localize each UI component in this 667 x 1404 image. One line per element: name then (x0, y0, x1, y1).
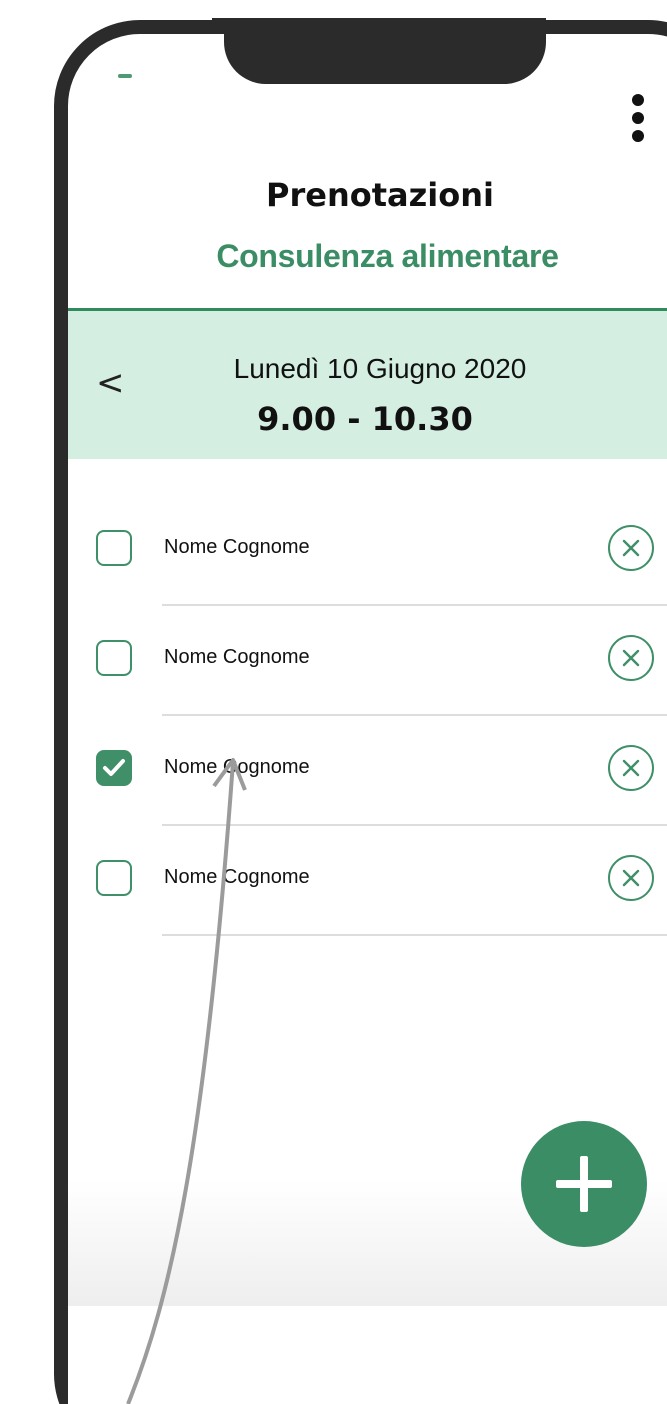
check-icon (103, 759, 125, 776)
plus-icon (556, 1156, 612, 1212)
booking-checkbox[interactable] (96, 860, 132, 896)
page-subtitle: Consulenza alimentare (216, 238, 559, 274)
booking-row: Nome Cognome (68, 826, 667, 936)
booking-row: Nome Cognome (68, 606, 667, 716)
bottom-bar (68, 1306, 667, 1404)
screenshot-canvas: Prenotazioni Consulenza alimentare < Lun… (0, 0, 667, 1404)
remove-booking-button[interactable] (608, 635, 654, 681)
booking-checkbox[interactable] (96, 530, 132, 566)
header-divider (68, 308, 667, 311)
close-icon (622, 759, 640, 777)
booking-name: Nome Cognome (164, 756, 310, 778)
close-icon (622, 539, 640, 557)
remove-booking-button[interactable] (608, 855, 654, 901)
slot-time: 9.00 - 10.30 (257, 400, 473, 438)
booking-checkbox[interactable] (96, 640, 132, 676)
slot-date: Lunedì 10 Giugno 2020 (233, 353, 527, 384)
booking-row: Nome Cognome (68, 496, 667, 606)
booking-checkbox[interactable] (96, 750, 132, 786)
booking-row: Nome Cognome (68, 716, 667, 826)
kebab-menu-icon[interactable] (629, 94, 647, 146)
add-booking-button[interactable] (521, 1121, 647, 1247)
close-icon (622, 649, 640, 667)
phone-notch (224, 18, 546, 84)
remove-booking-button[interactable] (608, 745, 654, 791)
booking-name: Nome Cognome (164, 536, 310, 558)
booking-name: Nome Cognome (164, 646, 310, 668)
booking-name: Nome Cognome (164, 866, 310, 888)
status-indicator (118, 74, 132, 78)
page-title: Prenotazioni (266, 176, 494, 214)
remove-booking-button[interactable] (608, 525, 654, 571)
close-icon (622, 869, 640, 887)
row-divider (162, 934, 667, 936)
